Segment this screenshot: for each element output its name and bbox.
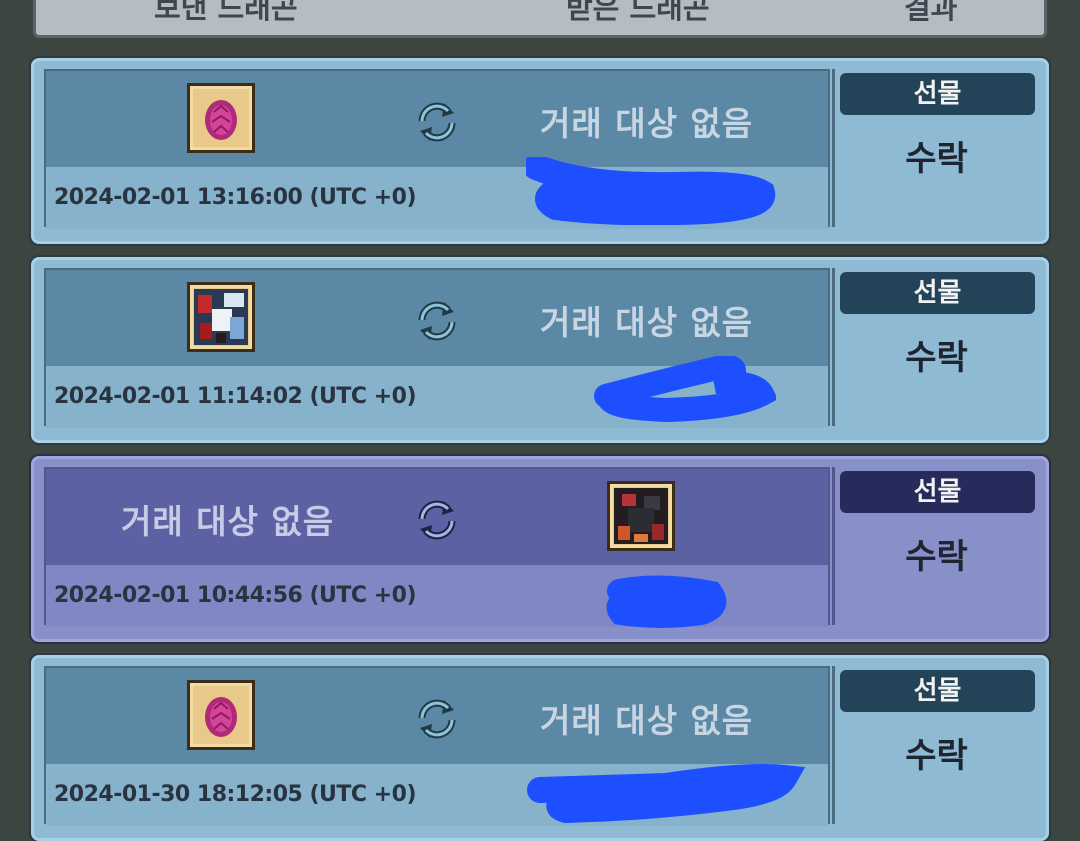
trade-dragons: 거래 대상 없음: [46, 469, 828, 565]
trade-timestamp: 2024-02-01 13:16:00 (UTC +0): [54, 185, 417, 210]
trade-meta: 2024-02-01 13:16:00 (UTC +0): [46, 157, 828, 229]
gift-badge: 선물: [840, 471, 1035, 513]
accepted-status: 수락: [905, 139, 968, 179]
redaction-scribble: [527, 764, 806, 824]
trade-row[interactable]: 거래 대상 없음 2024-02-01 10:44:56 (UTC +0) 선물…: [31, 456, 1049, 642]
trade-timestamp: 2024-01-30 18:12:05 (UTC +0): [54, 782, 417, 807]
trade-status: 선물 수락: [832, 69, 1038, 227]
trade-row[interactable]: 거래 대상 없음 2024-02-01 13:16:00 (UTC +0) 선물…: [31, 58, 1049, 244]
trade-dragons: 거래 대상 없음: [46, 71, 828, 167]
header-result: 결과: [904, 0, 958, 25]
trade-status: 선물 수락: [832, 467, 1038, 625]
header-sent-dragon: 보낸 드래곤: [154, 0, 298, 25]
dark-dragon-portrait-icon[interactable]: [607, 481, 675, 551]
no-trade-target-label: 거래 대상 없음: [540, 303, 754, 342]
trade-status: 선물 수락: [832, 268, 1038, 426]
accepted-status: 수락: [905, 736, 968, 776]
trade-status: 선물 수락: [832, 666, 1038, 824]
swap-icon: [418, 301, 456, 341]
trade-dragons: 거래 대상 없음: [46, 668, 828, 764]
gift-badge: 선물: [840, 73, 1035, 115]
no-trade-target-label: 거래 대상 없음: [540, 104, 754, 143]
trade-row[interactable]: 거래 대상 없음 2024-01-30 18:12:05 (UTC +0) 선물…: [31, 655, 1049, 841]
swap-icon: [418, 500, 456, 540]
trade-row[interactable]: 거래 대상 없음 2024-02-01 11:14:02 (UTC +0) 선물…: [31, 257, 1049, 443]
accepted-status: 수락: [905, 537, 968, 577]
no-trade-target-label: 거래 대상 없음: [540, 701, 754, 740]
column-header: 보낸 드래곤 받은 드래곤 결과: [33, 0, 1047, 38]
swap-icon: [418, 699, 456, 739]
redaction-scribble: [594, 356, 776, 422]
trade-info: 거래 대상 없음 2024-02-01 11:14:02 (UTC +0): [44, 268, 830, 428]
trade-info: 거래 대상 없음 2024-01-30 18:12:05 (UTC +0): [44, 666, 830, 826]
dragon-portrait-icon[interactable]: [187, 282, 255, 352]
trade-meta: 2024-02-01 11:14:02 (UTC +0): [46, 356, 828, 428]
redaction-scribble: [606, 575, 727, 628]
gift-badge: 선물: [840, 272, 1035, 314]
trade-meta: 2024-01-30 18:12:05 (UTC +0): [46, 764, 828, 826]
trade-timestamp: 2024-02-01 11:14:02 (UTC +0): [54, 384, 417, 409]
redaction-scribble: [526, 157, 776, 225]
trade-meta: 2024-02-01 10:44:56 (UTC +0): [46, 565, 828, 628]
accepted-status: 수락: [905, 338, 968, 378]
pink-egg-icon[interactable]: [187, 680, 255, 750]
trade-info: 거래 대상 없음 2024-02-01 13:16:00 (UTC +0): [44, 69, 830, 229]
no-trade-target-label: 거래 대상 없음: [121, 502, 335, 541]
trade-dragons: 거래 대상 없음: [46, 270, 828, 366]
header-received-dragon: 받은 드래곤: [566, 0, 710, 25]
gift-badge: 선물: [840, 670, 1035, 712]
trade-info: 거래 대상 없음 2024-02-01 10:44:56 (UTC +0): [44, 467, 830, 628]
trade-timestamp: 2024-02-01 10:44:56 (UTC +0): [54, 583, 417, 608]
pink-egg-icon[interactable]: [187, 83, 255, 153]
swap-icon: [418, 102, 456, 142]
